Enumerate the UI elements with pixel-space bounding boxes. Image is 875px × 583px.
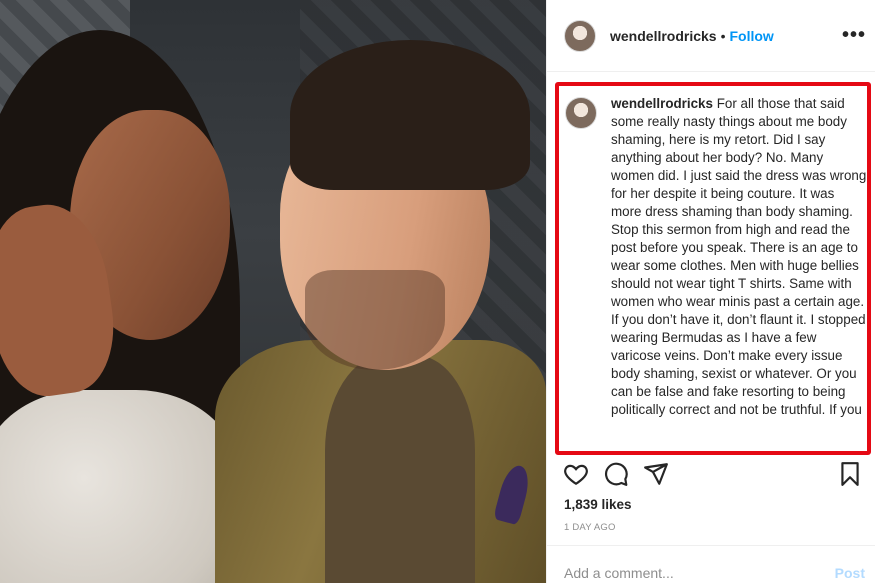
likes-count[interactable]: 1,839 likes bbox=[564, 497, 632, 512]
post-photo bbox=[0, 0, 546, 583]
comment-text: For all those that said some really nast… bbox=[611, 96, 867, 417]
divider bbox=[547, 545, 875, 546]
separator-dot: • bbox=[720, 27, 726, 44]
avatar[interactable] bbox=[564, 19, 596, 52]
comment-body: wendellrodricks For all those that said … bbox=[611, 95, 867, 419]
post-button[interactable]: Post bbox=[835, 565, 865, 581]
bookmark-icon[interactable] bbox=[837, 461, 863, 487]
header-username[interactable]: wendellrodricks bbox=[610, 28, 717, 44]
woman-dress bbox=[0, 390, 240, 583]
post-side-panel: wendellrodricks • Follow ••• wendellrodr… bbox=[546, 0, 875, 583]
heart-icon[interactable] bbox=[563, 461, 589, 487]
highlighted-comment: wendellrodricks For all those that said … bbox=[555, 82, 871, 455]
comment-icon[interactable] bbox=[603, 461, 629, 487]
man-shirt bbox=[325, 355, 475, 583]
comment-input[interactable]: Add a comment... bbox=[564, 565, 674, 581]
comment-avatar[interactable] bbox=[565, 97, 597, 129]
man-beard bbox=[305, 270, 445, 370]
comment-username[interactable]: wendellrodricks bbox=[611, 96, 713, 111]
man-hair bbox=[290, 40, 530, 190]
send-icon[interactable] bbox=[643, 461, 669, 487]
action-bar bbox=[563, 461, 863, 489]
follow-button[interactable]: Follow bbox=[730, 28, 774, 44]
post-header: wendellrodricks • Follow ••• bbox=[547, 0, 875, 72]
timestamp[interactable]: 1 DAY AGO bbox=[564, 522, 616, 533]
more-horizontal-icon[interactable]: ••• bbox=[842, 24, 866, 47]
comment-item: wendellrodricks For all those that said … bbox=[565, 95, 867, 419]
